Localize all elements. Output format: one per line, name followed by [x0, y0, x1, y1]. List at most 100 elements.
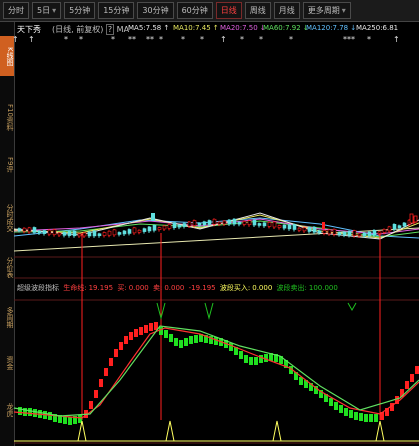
candle-body	[322, 230, 327, 234]
candle-body	[42, 230, 47, 234]
candle-body	[192, 220, 197, 226]
indicator-bar	[104, 368, 108, 376]
candle-body	[107, 230, 112, 236]
indicator-bar	[354, 412, 358, 420]
candle-body	[267, 222, 272, 227]
candle-body	[72, 230, 77, 237]
candle-body	[27, 227, 32, 233]
candle-body	[237, 221, 242, 225]
candle-body	[402, 222, 407, 227]
candle-body	[147, 226, 152, 232]
candle-body	[252, 219, 257, 226]
candle-body	[397, 225, 402, 228]
candle-body	[162, 225, 167, 230]
candle-body	[167, 224, 172, 229]
candle-body	[312, 226, 317, 233]
candle-body	[142, 228, 147, 232]
sell-signal-wedge	[347, 302, 357, 312]
candle-body	[117, 232, 122, 235]
candle-body	[297, 227, 302, 231]
indicator-bar	[249, 357, 253, 365]
band-sell-label: 波段卖出:	[276, 284, 307, 292]
candle-body	[382, 229, 387, 233]
indicator-bar	[410, 374, 414, 382]
candle-body	[17, 228, 22, 231]
candle-body	[282, 224, 287, 229]
candle-body	[342, 231, 347, 236]
candle-body	[151, 213, 155, 221]
candle-body	[247, 220, 252, 225]
candle-body	[262, 222, 267, 227]
candle-body	[362, 232, 367, 237]
candle-body	[413, 215, 418, 223]
candle-body	[317, 230, 322, 234]
candle-body	[62, 232, 67, 236]
indicator-bar	[129, 332, 133, 340]
indicator-bar	[169, 334, 173, 342]
indicator-bar	[68, 417, 72, 425]
indicator-bar	[48, 412, 52, 420]
indicator-bar	[119, 342, 123, 350]
indicator-bar	[144, 325, 148, 333]
indicator-bar	[244, 355, 248, 363]
indicator-title[interactable]: 超级波段指标	[17, 284, 59, 292]
candle-body	[152, 225, 157, 231]
candle-body	[112, 229, 117, 236]
indicator-legend: 超级波段指标 生命线: 19.195 买: 0.000 卖: 0.000 -19.19…	[17, 283, 340, 293]
indicator-bar	[239, 351, 243, 359]
candle-body	[352, 230, 357, 236]
candle-body	[177, 224, 182, 228]
candle-body	[217, 221, 222, 225]
kline-chart[interactable]	[0, 0, 419, 446]
candle-body	[172, 222, 177, 229]
candle-body	[132, 227, 137, 234]
band-sell-value: 100.000	[308, 284, 338, 292]
indicator-bar	[254, 357, 258, 365]
indicator-bar	[124, 336, 128, 344]
indicator-bar	[344, 408, 348, 416]
buy-signal-triangle	[165, 420, 175, 442]
indicator-bar	[149, 323, 153, 331]
buy-signal-triangle	[375, 420, 385, 442]
candle-body	[347, 231, 352, 236]
indicator-bar	[349, 410, 353, 418]
candle-body	[77, 233, 82, 237]
candle-body	[287, 224, 292, 230]
indicator-bar	[139, 327, 143, 335]
buy-value: 0.000	[128, 284, 149, 292]
indicator-bar	[189, 336, 193, 344]
indicator-bar	[229, 343, 233, 351]
life-line-value: 19.195	[88, 284, 114, 292]
indicator-bar	[164, 330, 168, 338]
candle-body	[82, 232, 87, 237]
candle-body	[212, 218, 217, 225]
candle-body	[387, 226, 392, 232]
candle-body	[277, 225, 282, 228]
indicator-bar	[374, 414, 378, 422]
candle-body	[37, 230, 42, 234]
band-buy-value: 0.000	[252, 284, 273, 292]
candle-body	[322, 222, 325, 229]
indicator-bar	[405, 381, 409, 389]
candle-body	[332, 229, 337, 235]
indicator-bar	[364, 414, 368, 422]
candle-body	[67, 231, 72, 236]
indicator-bar	[28, 408, 32, 416]
candle-body	[357, 233, 362, 237]
indicator-bar	[159, 327, 163, 335]
indicator-bar	[329, 398, 333, 406]
candle-body	[187, 221, 192, 227]
candle-body	[207, 220, 212, 225]
life-line-label: 生命线:	[63, 284, 87, 292]
candle-body	[292, 224, 297, 230]
indicator-bar	[359, 413, 363, 421]
candle-body	[197, 222, 202, 226]
candle-body	[222, 220, 227, 225]
candle-body	[337, 232, 342, 236]
candle-body	[97, 233, 102, 237]
buy-label: 买:	[117, 284, 127, 292]
indicator-bar	[184, 338, 188, 346]
candle-body	[92, 230, 97, 237]
candle-body	[47, 229, 52, 235]
candle-body	[32, 227, 37, 233]
